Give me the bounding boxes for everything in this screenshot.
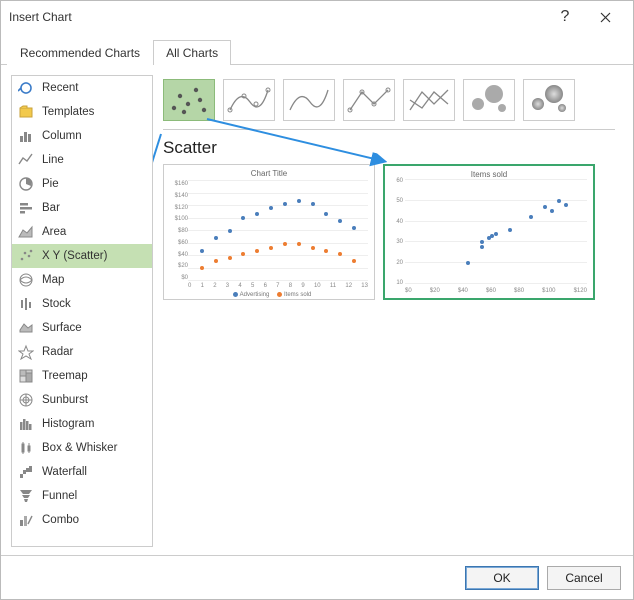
chart-type-area[interactable]: Area — [12, 220, 152, 244]
subtype-scatter-smooth[interactable] — [283, 79, 335, 121]
chart-type-icon — [18, 152, 34, 168]
chart-type-label: Map — [42, 274, 64, 286]
chart-type-recent[interactable]: Recent — [12, 76, 152, 100]
chart-type-label: Waterfall — [42, 466, 87, 478]
close-icon — [600, 12, 611, 23]
chart-type-label: Surface — [42, 322, 82, 334]
tab-all-charts[interactable]: All Charts — [153, 40, 231, 65]
bubble-3d-icon — [526, 82, 572, 118]
cancel-button[interactable]: Cancel — [547, 566, 621, 590]
chart-type-treemap[interactable]: Treemap — [12, 364, 152, 388]
dialog-title: Insert Chart — [9, 10, 72, 24]
chart-type-icon — [18, 176, 34, 192]
subtype-scatter-smooth-markers[interactable] — [223, 79, 275, 121]
chart-type-icon — [18, 368, 34, 384]
preview-1-title: Chart Title — [164, 165, 374, 178]
chart-type-icon — [18, 440, 34, 456]
preview-chart-2[interactable]: Items sold 605040302010 $0$20$40$60$80$1… — [383, 164, 595, 300]
scatter-lines-markers-icon — [346, 82, 392, 118]
chart-type-icon — [18, 392, 34, 408]
chart-type-label: Recent — [42, 82, 78, 94]
chart-subtype-pane: Scatter Chart Title $160$140$120$100$80$… — [153, 75, 623, 547]
chart-type-label: Templates — [42, 106, 94, 118]
chart-type-pie[interactable]: Pie — [12, 172, 152, 196]
scatter-icon — [166, 82, 212, 118]
chart-type-label: Line — [42, 154, 64, 166]
chart-type-column[interactable]: Column — [12, 124, 152, 148]
scatter-lines-icon — [406, 82, 452, 118]
tab-recommended-charts[interactable]: Recommended Charts — [7, 40, 153, 65]
chart-type-bar[interactable]: Bar — [12, 196, 152, 220]
chart-type-label: Combo — [42, 514, 79, 526]
chart-type-stock[interactable]: Stock — [12, 292, 152, 316]
chart-type-sunburst[interactable]: Sunburst — [12, 388, 152, 412]
chart-type-waterfall[interactable]: Waterfall — [12, 460, 152, 484]
chart-type-icon — [18, 104, 34, 120]
chart-type-label: Pie — [42, 178, 59, 190]
chart-type-icon — [18, 488, 34, 504]
chart-type-label: Radar — [42, 346, 73, 358]
chart-type-icon — [18, 80, 34, 96]
dialog-body: Recent Templates Column Line Pie Bar Area X Y (… — [1, 67, 633, 555]
chart-type-icon — [18, 224, 34, 240]
chart-type-icon — [18, 512, 34, 528]
subtype-scatter-lines-markers[interactable] — [343, 79, 395, 121]
subtype-bubble[interactable] — [463, 79, 515, 121]
chart-type-combo[interactable]: Combo — [12, 508, 152, 532]
chart-type-label: Box & Whisker — [42, 442, 117, 454]
chart-type-x-y-scatter-[interactable]: X Y (Scatter) — [12, 244, 152, 268]
chart-type-icon — [18, 344, 34, 360]
chart-type-label: Histogram — [42, 418, 94, 430]
subtype-scatter-lines[interactable] — [403, 79, 455, 121]
titlebar: Insert Chart ? — [1, 1, 633, 33]
scatter-smooth-markers-icon — [226, 82, 272, 118]
chart-type-templates[interactable]: Templates — [12, 100, 152, 124]
chart-type-icon — [18, 200, 34, 216]
subtype-bubble-3d[interactable] — [523, 79, 575, 121]
chart-type-icon — [18, 296, 34, 312]
chart-type-histogram[interactable]: Histogram — [12, 412, 152, 436]
chart-type-label: Funnel — [42, 490, 77, 502]
chart-type-icon — [18, 416, 34, 432]
tabbar: Recommended Charts All Charts — [1, 37, 633, 65]
chart-type-label: Area — [42, 226, 66, 238]
chart-type-label: Treemap — [42, 370, 88, 382]
chart-type-label: Column — [42, 130, 82, 142]
chart-type-map[interactable]: Map — [12, 268, 152, 292]
chart-type-box-whisker[interactable]: Box & Whisker — [12, 436, 152, 460]
chart-type-label: Stock — [42, 298, 71, 310]
chart-type-radar[interactable]: Radar — [12, 340, 152, 364]
chart-type-list[interactable]: Recent Templates Column Line Pie Bar Area X Y (… — [11, 75, 153, 547]
subtype-row — [163, 75, 619, 121]
preview-1-legend: Advertising Items sold — [164, 292, 374, 298]
chart-type-icon — [18, 272, 34, 288]
help-button[interactable]: ? — [545, 1, 585, 33]
chart-type-label: X Y (Scatter) — [42, 250, 107, 262]
chart-type-funnel[interactable]: Funnel — [12, 484, 152, 508]
close-button[interactable] — [585, 1, 625, 33]
preview-2-title: Items sold — [385, 166, 593, 179]
chart-type-icon — [18, 128, 34, 144]
scatter-smooth-icon — [286, 82, 332, 118]
insert-chart-dialog: Insert Chart ? Recommended Charts All Ch… — [0, 0, 634, 600]
chart-type-label: Bar — [42, 202, 60, 214]
chart-type-label: Sunburst — [42, 394, 88, 406]
chart-type-line[interactable]: Line — [12, 148, 152, 172]
ok-button[interactable]: OK — [465, 566, 539, 590]
preview-chart-1[interactable]: Chart Title $160$140$120$100$80$60$40$20… — [163, 164, 375, 300]
chart-type-icon — [18, 248, 34, 264]
chart-type-icon — [18, 464, 34, 480]
bubble-icon — [466, 82, 512, 118]
subtype-scatter[interactable] — [163, 79, 215, 121]
chart-type-surface[interactable]: Surface — [12, 316, 152, 340]
preview-row: Chart Title $160$140$120$100$80$60$40$20… — [163, 164, 619, 300]
subtype-title: Scatter — [163, 136, 619, 164]
button-bar: OK Cancel — [1, 555, 633, 599]
chart-type-icon — [18, 320, 34, 336]
